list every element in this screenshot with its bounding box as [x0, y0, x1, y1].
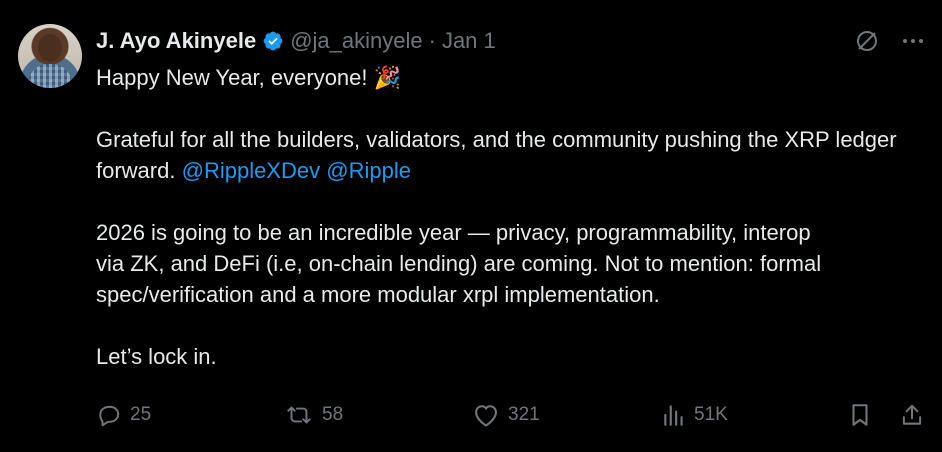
top-right-icons — [854, 28, 924, 54]
repost-icon — [284, 402, 314, 428]
more-dots-icon[interactable] — [902, 30, 924, 52]
views-count: 51K — [694, 404, 728, 425]
mention-ripplexdev[interactable]: @RippleXDev — [182, 158, 321, 183]
like-button[interactable]: 321 — [472, 398, 540, 432]
reply-button[interactable]: 25 — [96, 398, 151, 432]
para3-line-3: spec/verification and a more modular xrp… — [96, 282, 660, 307]
repost-button[interactable]: 58 — [284, 398, 343, 432]
repost-count: 58 — [322, 404, 344, 425]
tweet-paragraph-3: 2026 is going to be an incredible year —… — [96, 217, 926, 310]
verified-badge-icon[interactable] — [262, 30, 284, 52]
author-name[interactable]: J. Ayo Akinyele — [96, 28, 256, 54]
avatar-shirt — [28, 64, 72, 88]
views-icon — [662, 402, 686, 428]
tweet-card: J. Ayo Akinyele @ja_akinyele · Jan 1 Hap… — [0, 0, 942, 452]
slashed-circle-icon[interactable] — [854, 28, 880, 54]
heart-icon — [472, 402, 500, 428]
separator-dot: · — [428, 28, 436, 53]
action-bar: 25 58 321 51K — [96, 398, 926, 432]
like-count: 321 — [508, 404, 540, 425]
bookmark-icon — [848, 402, 872, 428]
greeting-text: Happy New Year, everyone! — [96, 65, 368, 90]
tweet-header: J. Ayo Akinyele @ja_akinyele · Jan 1 — [96, 28, 496, 54]
share-button[interactable] — [900, 398, 924, 432]
share-icon — [900, 402, 924, 428]
avatar[interactable] — [18, 24, 82, 88]
author-handle[interactable]: @ja_akinyele — [290, 28, 422, 54]
tweet-line-1: Happy New Year, everyone! 🎉 — [96, 62, 926, 93]
party-popper-icon: 🎉 — [373, 65, 402, 90]
tweet-date[interactable]: Jan 1 — [442, 28, 496, 54]
para3-line-2: via ZK, and DeFi (i.e, on-chain lending)… — [96, 251, 822, 276]
tweet-paragraph-4: Let’s lock in. — [96, 344, 217, 369]
views-button[interactable]: 51K — [662, 398, 728, 432]
tweet-body: Happy New Year, everyone! 🎉 Grateful for… — [96, 62, 926, 372]
reply-count: 25 — [130, 404, 152, 425]
reply-icon — [96, 402, 122, 428]
bookmark-button[interactable] — [848, 398, 872, 432]
avatar-head — [38, 34, 62, 62]
para3-line-1: 2026 is going to be an incredible year —… — [96, 220, 811, 245]
mention-ripple[interactable]: @Ripple — [326, 158, 411, 183]
tweet-paragraph-2: Grateful for all the builders, validator… — [96, 124, 926, 186]
